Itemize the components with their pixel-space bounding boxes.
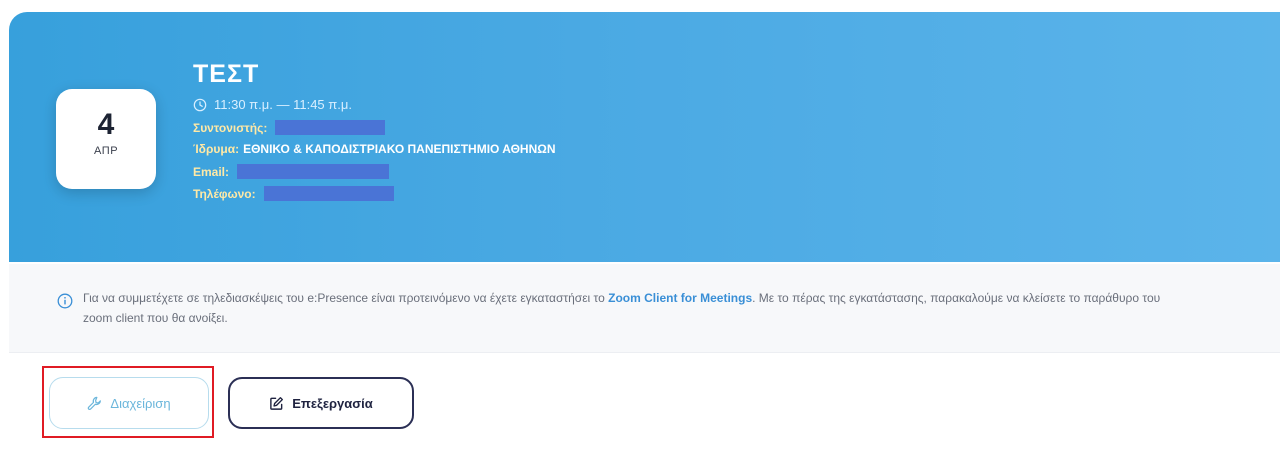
edit-button-label: Επεξεργασία bbox=[292, 395, 373, 411]
institution-value: ΕΘΝΙΚΟ & ΚΑΠΟΔΙΣΤΡΙΑΚΟ ΠΑΝΕΠΙΣΤΗΜΙΟ ΑΘΗΝ… bbox=[243, 142, 556, 156]
info-icon bbox=[57, 293, 73, 309]
notice-text: Για να συμμετέχετε σε τηλεδιασκέψεις του… bbox=[83, 288, 1183, 328]
phone-redacted bbox=[263, 186, 394, 201]
phone-row: Τηλέφωνο: bbox=[193, 186, 394, 201]
wrench-icon bbox=[88, 396, 102, 410]
manage-button-label: Διαχείριση bbox=[110, 395, 171, 411]
coordinator-row: Συντονιστής: bbox=[193, 120, 386, 135]
manage-button[interactable]: Διαχείριση bbox=[49, 377, 209, 429]
email-row: Email: bbox=[193, 164, 390, 179]
clock-icon bbox=[193, 98, 207, 111]
edit-icon bbox=[270, 396, 284, 410]
event-time-text: 11:30 π.μ. — 11:45 π.μ. bbox=[214, 97, 352, 112]
email-redacted bbox=[237, 164, 390, 179]
institution-label: Ίδρυμα: bbox=[193, 142, 240, 156]
notice-text-before: Για να συμμετέχετε σε τηλεδιασκέψεις του… bbox=[83, 291, 609, 305]
zoom-client-link[interactable]: Zoom Client for Meetings bbox=[608, 291, 752, 305]
event-header: 4 ΑΠΡ ΤΕΣΤ 11:30 π.μ. — 11:45 π.μ. Συντο… bbox=[9, 12, 1280, 262]
event-title: ΤΕΣΤ bbox=[193, 60, 260, 88]
date-month: ΑΠΡ bbox=[93, 145, 119, 157]
institution-row: Ίδρυμα: ΕΘΝΙΚΟ & ΚΑΠΟΔΙΣΤΡΙΑΚΟ ΠΑΝΕΠΙΣΤΗ… bbox=[193, 142, 556, 156]
coordinator-label: Συντονιστής: bbox=[193, 120, 268, 135]
edit-button[interactable]: Επεξεργασία bbox=[228, 377, 414, 429]
zoom-notice: Για να συμμετέχετε σε τηλεδιασκέψεις του… bbox=[9, 264, 1280, 353]
date-badge: 4 ΑΠΡ bbox=[56, 89, 156, 189]
coordinator-redacted bbox=[275, 120, 386, 135]
email-label: Email: bbox=[193, 164, 230, 179]
event-time: 11:30 π.μ. — 11:45 π.μ. bbox=[193, 97, 352, 112]
phone-label: Τηλέφωνο: bbox=[193, 186, 256, 201]
date-day: 4 bbox=[97, 108, 115, 141]
